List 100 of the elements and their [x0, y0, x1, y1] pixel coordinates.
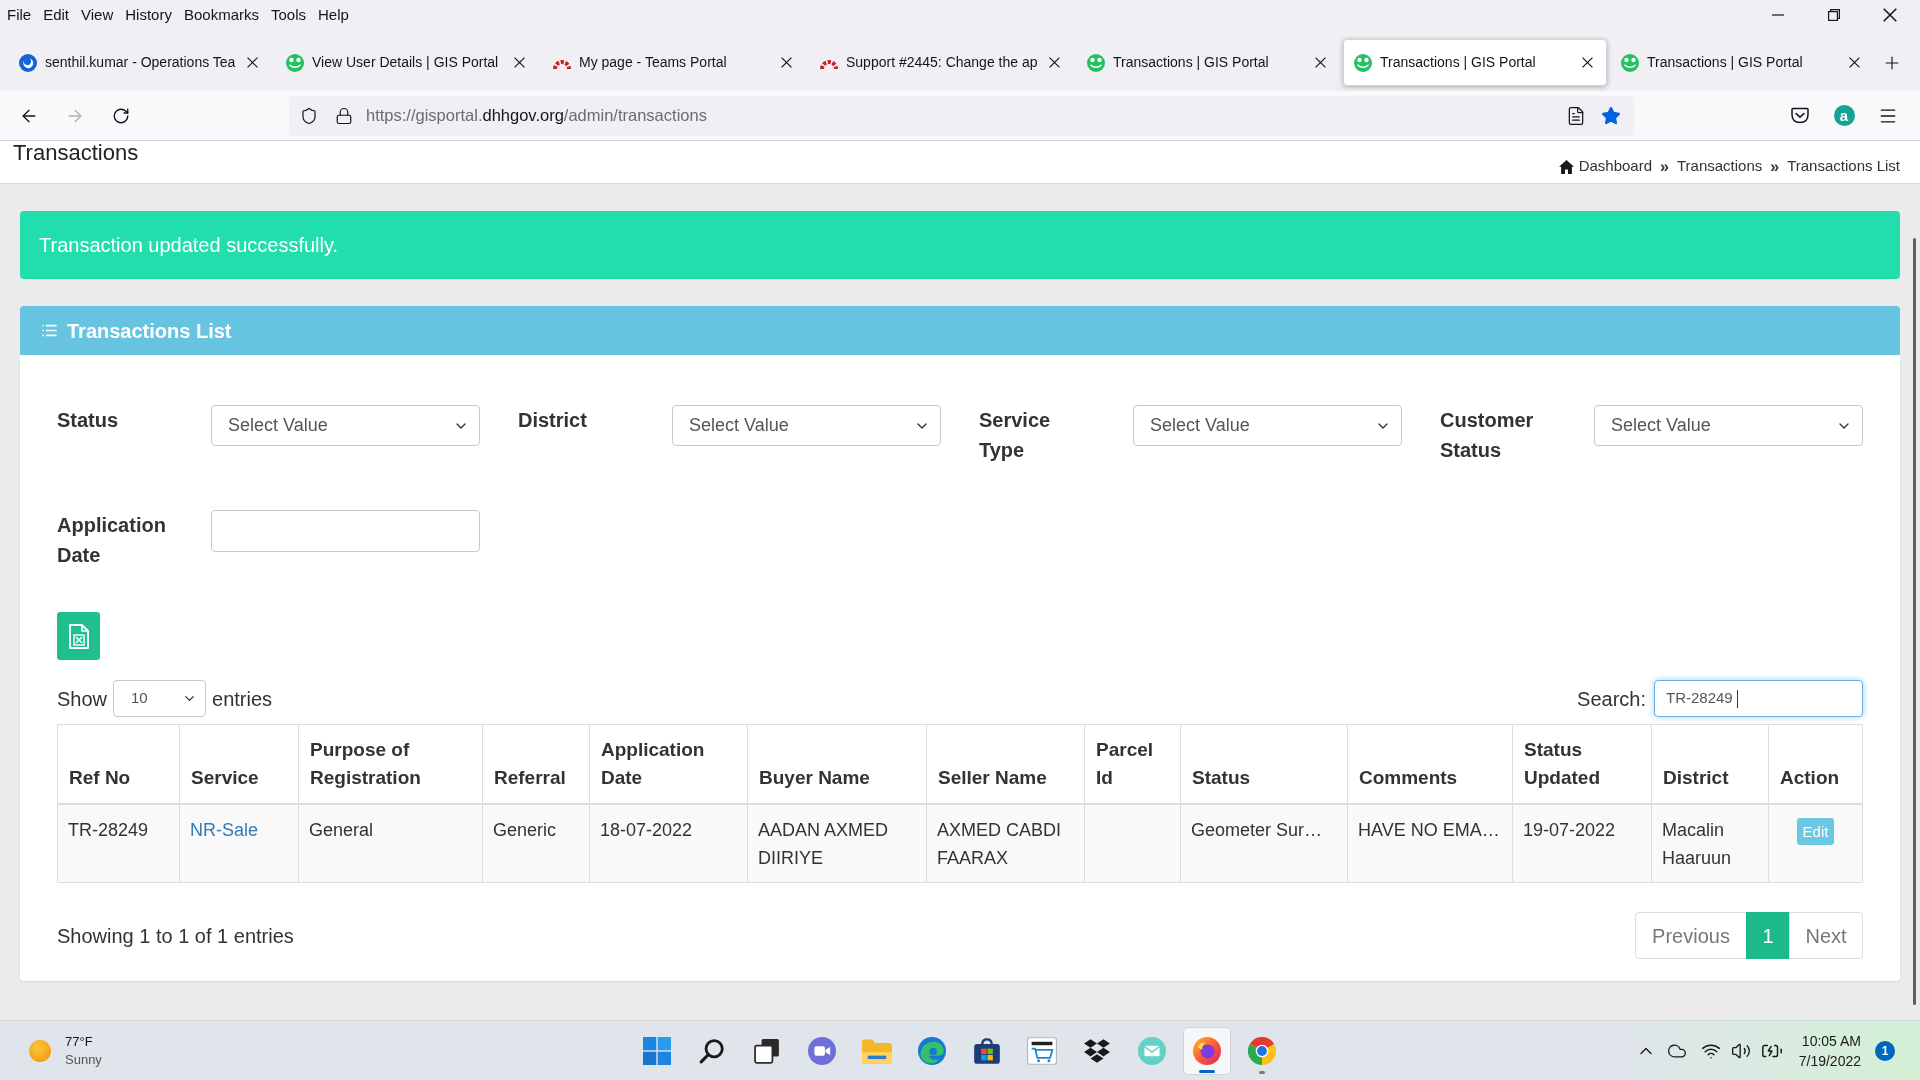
table-cell: TR-28249 [57, 803, 180, 883]
close-icon [780, 57, 792, 68]
breadcrumb-link[interactable]: Transactions [1676, 155, 1763, 178]
spreadsheet-file-icon [68, 623, 89, 649]
length-label: entries [212, 686, 273, 712]
round-logo-icon [1621, 53, 1639, 72]
shopping-cart-icon [1027, 1036, 1057, 1065]
alert-message: Transaction updated successfully. [39, 233, 339, 258]
reload-icon [112, 106, 130, 125]
bookmark-star-icon[interactable] [1601, 105, 1621, 126]
diamond-boxes-icon [1083, 1037, 1111, 1064]
column-header[interactable]: Seller Name [926, 724, 1085, 804]
menu-item[interactable]: Help [312, 3, 355, 27]
round-logo-icon [1354, 53, 1372, 72]
tab-title: Support #2445: Change the ap [846, 53, 1038, 72]
length-label: Show [57, 686, 108, 712]
menu-item[interactable]: File [1, 3, 38, 27]
breadcrumb-separator: » [1770, 156, 1780, 177]
restore-icon [1828, 9, 1840, 21]
close-icon [246, 57, 258, 68]
shield-icon [300, 106, 318, 125]
swirl-icon [918, 1036, 946, 1065]
home-icon [1558, 159, 1574, 174]
close-icon [1848, 57, 1860, 68]
menu-item[interactable]: Edit [37, 3, 76, 27]
tab-title: Transactions | GIS Portal [1380, 53, 1537, 72]
notification-badge[interactable]: 1 [1875, 1040, 1895, 1061]
page-size-select[interactable]: 10 [113, 680, 207, 717]
close-icon [1314, 57, 1326, 68]
browser-tab[interactable]: senthil.kumar - Operations Tea [8, 39, 272, 86]
browser-tab[interactable]: View User Details | GIS Portal [275, 39, 539, 86]
column-header[interactable]: Service [179, 724, 299, 804]
tab-title: My page - Teams Portal [579, 53, 728, 72]
search-label: Search: [1577, 686, 1646, 712]
tab-title: senthil.kumar - Operations Tea [45, 53, 236, 72]
browser-tab[interactable]: Transactions | GIS Portal [1076, 39, 1340, 86]
clock-time[interactable]: 10:05 AM [1801, 1030, 1861, 1051]
search-icon [699, 1037, 725, 1064]
tab-title: Transactions | GIS Portal [1113, 53, 1270, 72]
column-header[interactable]: Status Updated [1512, 724, 1652, 804]
document-lines-icon[interactable] [1566, 105, 1586, 126]
breadcrumb-link[interactable]: Dashboard [1558, 155, 1653, 178]
round-logo-icon [1087, 53, 1105, 72]
address-field[interactable]: https://gisportal.dhhgov.org/admin/transactions [289, 95, 1634, 136]
column-header[interactable]: Action [1768, 724, 1863, 804]
minimize-icon [1772, 14, 1784, 16]
menu-item[interactable]: Tools [265, 3, 312, 27]
select-field[interactable]: Select Value [1133, 405, 1402, 446]
date-input-field[interactable] [211, 510, 480, 552]
column-header[interactable]: Comments [1347, 724, 1513, 804]
breadcrumb-current: Transactions List [1787, 156, 1900, 177]
table-cell: AADAN AXMED DIIRIYE [747, 803, 927, 883]
flame-globe-icon [1193, 1036, 1221, 1065]
list-icon [41, 322, 58, 339]
weather-condition: Sunny [65, 1050, 102, 1069]
column-header[interactable]: Status [1180, 724, 1348, 804]
scrollbar-thumb[interactable] [1913, 238, 1916, 1005]
filter-label: District [518, 408, 588, 433]
browser-tab[interactable]: Transactions | GIS Portal [1610, 39, 1874, 86]
close-icon [1883, 8, 1897, 22]
crescent-ring-icon [19, 53, 37, 72]
clock-date[interactable]: 7/19/2022 [1798, 1050, 1861, 1071]
column-header[interactable]: Referral [482, 724, 590, 804]
column-header[interactable]: Purpose of Registration [298, 724, 483, 804]
browser-tab[interactable]: My page - Teams Portal [542, 39, 806, 86]
close-icon [1049, 57, 1060, 68]
search-field[interactable]: TR-28249 [1654, 680, 1863, 717]
page-title: Transactions [12, 141, 139, 167]
weather-temperature: 77°F [65, 1032, 94, 1051]
sun-icon [29, 1039, 51, 1062]
column-header[interactable]: Application Date [589, 724, 748, 804]
shopping-bag-icon [973, 1036, 1001, 1065]
rounded-chevron-icon [1791, 107, 1809, 124]
select-field[interactable]: Select Value [1594, 405, 1863, 446]
filter-label: Status [57, 408, 120, 433]
menu-item[interactable]: History [119, 3, 178, 27]
close-icon [1581, 57, 1593, 68]
service-link[interactable]: NR-Sale [190, 819, 259, 840]
text-cursor-icon [1736, 689, 1738, 708]
select-field[interactable]: Select Value [211, 405, 480, 446]
close-icon [513, 57, 525, 68]
video-chat-icon [808, 1036, 836, 1065]
lock-icon [335, 106, 353, 125]
table-cell: General [298, 803, 483, 883]
menu-item[interactable]: Bookmarks [177, 3, 265, 27]
four-panes-icon [643, 1036, 671, 1065]
column-header[interactable]: Buyer Name [747, 724, 927, 804]
select-field[interactable]: Select Value [672, 405, 941, 446]
menu-item[interactable]: View [75, 3, 120, 27]
browser-tab[interactable]: Transactions | GIS Portal [1343, 39, 1607, 86]
column-header[interactable]: Parcel Id [1084, 724, 1181, 804]
panel-title: Transactions List [67, 318, 232, 344]
table-cell: Macalin Haaruun [1651, 803, 1769, 883]
browser-tab[interactable]: Support #2445: Change the ap [809, 39, 1073, 86]
column-header[interactable]: District [1651, 724, 1769, 804]
filter-label: Customer Status [1440, 408, 1535, 463]
column-header[interactable]: Ref No [57, 724, 180, 804]
table-cell: 19-07-2022 [1512, 803, 1652, 883]
segmented-circle-icon [1248, 1036, 1276, 1065]
table-cell: HAVE NO EMA… [1347, 803, 1513, 883]
